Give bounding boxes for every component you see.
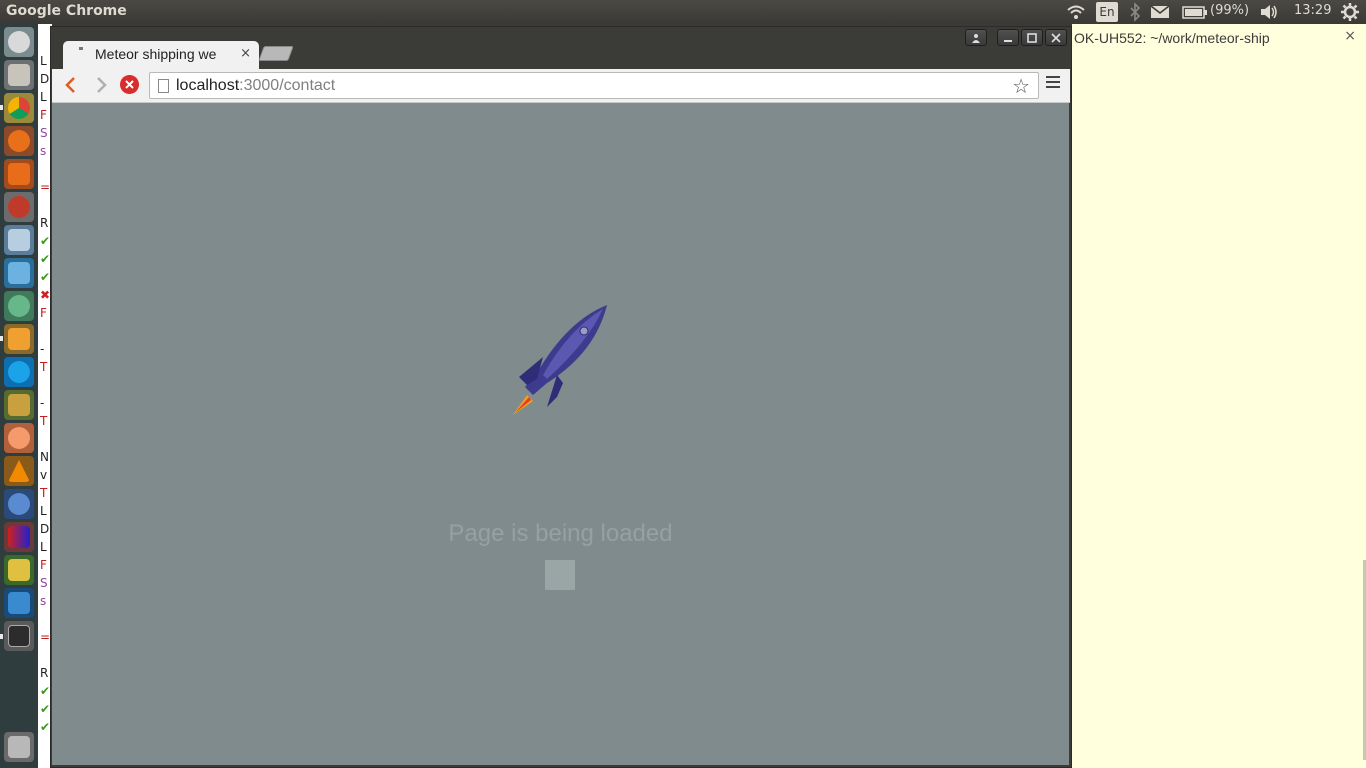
firefox-icon[interactable] [4, 126, 34, 156]
system-settings-icon[interactable] [4, 192, 34, 222]
terminal-char: ✔ [40, 684, 51, 698]
terminal-char: ✔ [40, 702, 51, 716]
terminal-char: L [40, 54, 47, 68]
terminal-char: N [40, 450, 49, 464]
stop-loading-button[interactable] [120, 75, 139, 94]
chrome-menu-icon[interactable] [1046, 76, 1060, 94]
forward-button[interactable] [90, 74, 112, 96]
battery-icon[interactable] [1182, 2, 1208, 22]
clock[interactable]: 13:29 [1294, 3, 1331, 18]
loading-message: Page is being loaded [448, 520, 673, 547]
session-gear-icon[interactable] [1340, 2, 1360, 22]
virtualbox-icon[interactable] [4, 258, 34, 288]
terminal-char: v [40, 468, 48, 482]
terminal-char: S [40, 126, 48, 140]
skype-icon[interactable] [4, 357, 34, 387]
app-name: Google Chrome [6, 3, 127, 19]
workspaces-icon[interactable] [4, 225, 34, 255]
rocket-icon [513, 305, 607, 415]
terminal-char: - [40, 396, 45, 410]
sublime-text-icon[interactable] [4, 324, 34, 354]
terminal-char: R [40, 666, 49, 680]
bluetooth-icon[interactable] [1125, 2, 1145, 22]
text-editor-pane[interactable]: OK-UH552: ~/work/meteor-ship × [1072, 24, 1366, 768]
terminal-char: ✔ [40, 234, 51, 248]
back-button[interactable] [60, 74, 82, 96]
orange-app-icon[interactable] [4, 423, 34, 453]
terminal-char: ✖ [40, 288, 51, 302]
atom-icon[interactable] [4, 291, 34, 321]
close-icon[interactable]: × [1344, 28, 1356, 44]
island-app-icon[interactable] [4, 555, 34, 585]
bookmark-star-icon[interactable]: ☆ [1012, 74, 1030, 98]
image-app-icon[interactable] [4, 522, 34, 552]
wifi-icon[interactable] [1066, 2, 1086, 22]
profile-icon[interactable] [965, 29, 987, 46]
terminal-char: = [40, 630, 51, 644]
mail-icon[interactable] [1150, 2, 1170, 22]
page-icon [158, 79, 169, 93]
url-path: :3000/contact [239, 77, 336, 94]
loading-spinner-icon [79, 47, 83, 50]
launcher [0, 24, 38, 768]
browser-toolbar: localhost:3000/contact ☆ [52, 69, 1070, 103]
terminal-char: F [40, 558, 47, 572]
terminal-char: ✔ [40, 252, 51, 266]
thunderbird-icon[interactable] [4, 489, 34, 519]
tab-title: Meteor shipping we [95, 46, 217, 62]
minimize-button[interactable] [997, 29, 1019, 46]
address-bar[interactable]: localhost:3000/contact ☆ [149, 72, 1039, 99]
chrome-window: Meteor shipping we × localhost:3000/cont… [50, 26, 1072, 768]
tab-close-icon[interactable]: × [240, 46, 251, 61]
terminal-char: = [40, 180, 51, 194]
terminal-char: L [40, 540, 47, 554]
terminal-char: F [40, 108, 47, 122]
terminal-char: ✔ [40, 270, 51, 284]
terminal-char: S [40, 576, 48, 590]
terminal-char: R [40, 216, 49, 230]
software-center-icon[interactable] [4, 159, 34, 189]
top-panel: Google Chrome En (99%) 13:29 [0, 0, 1366, 24]
keyboard-layout-indicator[interactable]: En [1096, 2, 1118, 22]
url-host: localhost [176, 77, 240, 94]
terminal-char: D [40, 522, 50, 536]
terminal-char: T [40, 486, 48, 500]
page-viewport: Page is being loaded [52, 103, 1069, 765]
terminal-char: ✔ [40, 720, 51, 734]
battery-percent: (99%) [1210, 3, 1250, 18]
intellij-icon[interactable] [4, 588, 34, 618]
close-window-button[interactable] [1045, 29, 1067, 46]
editor-tab-title[interactable]: OK-UH552: ~/work/meteor-ship [1074, 30, 1270, 46]
volume-icon[interactable] [1259, 2, 1279, 22]
terminal-char: L [40, 504, 47, 518]
files-icon[interactable] [4, 60, 34, 90]
maximize-button[interactable] [1021, 29, 1043, 46]
terminal-char: T [40, 360, 48, 374]
ubuntu-dash-icon[interactable] [4, 27, 34, 57]
terminal-char: - [40, 342, 45, 356]
terminal-char: L [40, 90, 47, 104]
window-controls [965, 29, 1067, 46]
terminal-char: T [40, 414, 48, 428]
loading-indicator-box [545, 560, 575, 590]
terminal-char: F [40, 306, 47, 320]
browser-tab[interactable]: Meteor shipping we × [63, 41, 259, 69]
rhythmbox-icon[interactable] [4, 390, 34, 420]
terminal-icon[interactable] [4, 621, 34, 651]
terminal-char: D [40, 72, 50, 86]
terminal-char: s [40, 594, 47, 608]
new-tab-button[interactable] [258, 46, 294, 61]
trash-icon[interactable] [4, 732, 34, 762]
terminal-char: s [40, 144, 47, 158]
chrome-icon[interactable] [4, 93, 34, 123]
vlc-icon[interactable] [4, 456, 34, 486]
url-text: localhost:3000/contact [176, 77, 335, 95]
